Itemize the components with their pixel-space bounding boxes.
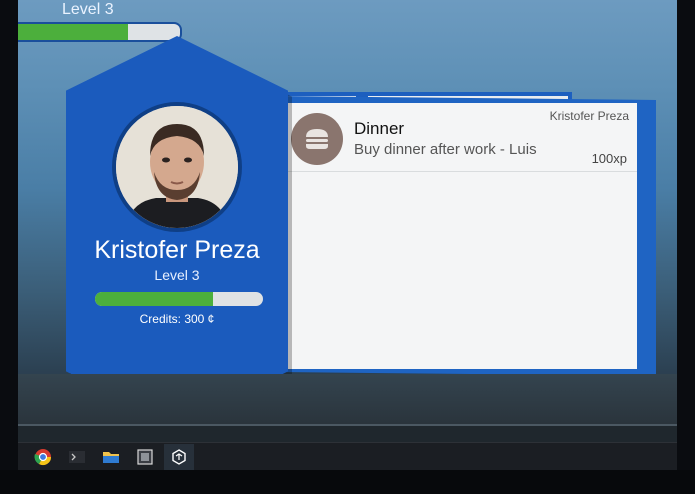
hud-level-label: Level 3 <box>62 1 114 18</box>
file-explorer-icon[interactable] <box>96 444 126 470</box>
chrome-icon[interactable] <box>28 444 58 470</box>
quest-title: Dinner <box>354 119 405 138</box>
scene-floor <box>18 374 677 424</box>
monitor-bezel-left <box>0 0 18 494</box>
avatar[interactable] <box>112 102 242 232</box>
burger-icon <box>291 113 343 165</box>
unity-icon[interactable] <box>164 444 194 472</box>
profile-xp-fill <box>95 292 213 306</box>
monitor-bezel-bottom <box>0 470 695 494</box>
quest-owner: Kristofer Preza <box>549 109 629 123</box>
quest-list: Dinner Buy dinner after work - Luis Kris… <box>287 103 637 369</box>
app-icon[interactable] <box>130 444 160 470</box>
profile-xp-bar <box>95 292 263 306</box>
scene-floor-edge <box>18 424 677 444</box>
hud-progress-bar <box>18 22 182 42</box>
monitor-bezel-right <box>677 0 695 494</box>
profile-credits: Credits: 300 ¢ <box>139 312 215 326</box>
profile-level: Level 3 <box>154 267 200 283</box>
terminal-icon[interactable] <box>62 444 92 470</box>
quest-item[interactable]: Dinner Buy dinner after work - Luis Kris… <box>287 103 637 172</box>
avatar-photo <box>116 106 238 228</box>
hud-progress-fill <box>18 24 129 40</box>
quest-description: Buy dinner after work - Luis <box>354 141 537 158</box>
quest-xp: 100xp <box>591 151 627 166</box>
profile-name: Kristofer Preza <box>94 236 260 264</box>
